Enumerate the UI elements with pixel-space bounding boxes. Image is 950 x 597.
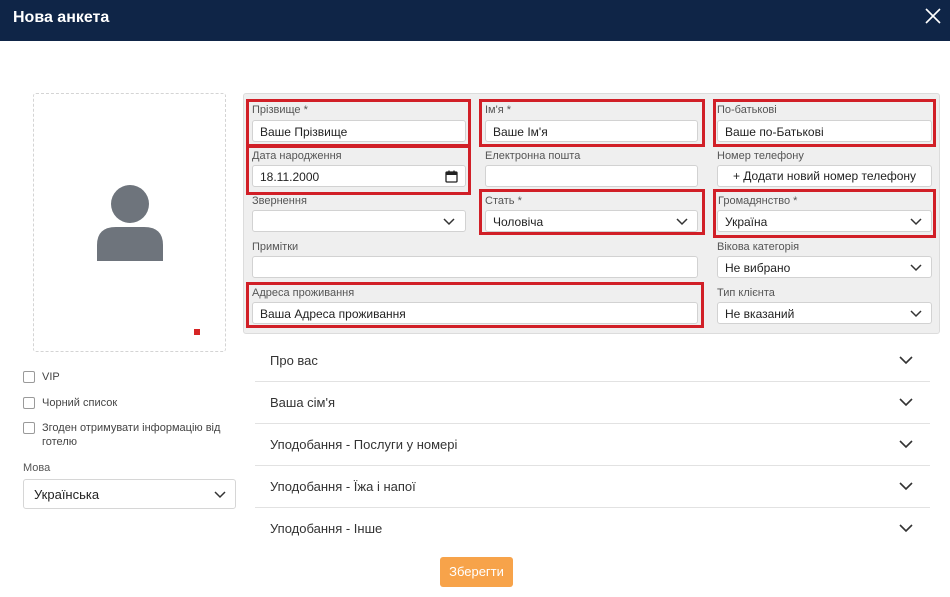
section-title: Уподобання - Послуги у номері [270, 437, 458, 452]
section-other[interactable]: Уподобання - Інше [255, 508, 930, 550]
chevron-down-icon [910, 310, 922, 318]
chevron-down-icon [443, 218, 455, 226]
language-value: Українська [34, 487, 100, 502]
chevron-down-icon [899, 398, 913, 407]
dialog-header: Нова анкета [0, 0, 950, 41]
notes-label: Примітки [252, 241, 299, 253]
section-title: Ваша сім'я [270, 395, 336, 410]
save-button[interactable]: Зберегти [440, 557, 513, 587]
status-dot [194, 329, 200, 335]
chevron-down-icon [899, 356, 913, 365]
chevron-down-icon [899, 482, 913, 491]
dialog-title: Нова анкета [13, 9, 110, 26]
citizenship-highlight [713, 189, 936, 238]
chevron-down-icon [910, 264, 922, 272]
language-label: Мова [23, 462, 51, 474]
notes-input[interactable] [252, 256, 698, 278]
checkbox-label: Чорний список [42, 397, 118, 409]
checkbox-box[interactable] [23, 371, 35, 383]
checkbox-box[interactable] [23, 422, 35, 434]
age-category-select[interactable]: Не вибрано [717, 256, 932, 278]
salutation-label: Звернення [252, 195, 307, 207]
gender-highlight [479, 189, 705, 235]
salutation-select[interactable] [252, 210, 466, 232]
phone-label: Номер телефону [717, 150, 804, 162]
language-select[interactable]: Українська [23, 479, 236, 509]
add-phone-button[interactable]: + Додати новий номер телефону [717, 165, 932, 187]
age-category-label: Вікова категорія [717, 241, 800, 253]
section-food-drinks[interactable]: Уподобання - Їжа і напої [255, 466, 930, 508]
user-avatar-icon [97, 185, 163, 261]
patronymic-highlight [713, 99, 936, 147]
checkbox-box[interactable] [23, 397, 35, 409]
close-icon[interactable] [924, 7, 942, 25]
address-highlight [246, 282, 704, 328]
chevron-down-icon [899, 524, 913, 533]
email-label: Електронна пошта [485, 150, 581, 162]
first-name-highlight [479, 99, 705, 147]
email-input[interactable] [485, 165, 698, 187]
section-title: Про вас [270, 353, 318, 368]
section-family[interactable]: Ваша сім'я [255, 382, 930, 424]
section-title: Уподобання - Їжа і напої [270, 479, 416, 494]
client-type-select[interactable]: Не вказаний [717, 302, 932, 324]
chevron-down-icon [899, 440, 913, 449]
birth-date-highlight [246, 145, 471, 195]
section-title: Уподобання - Інше [270, 521, 383, 536]
client-type-label: Тип клієнта [717, 287, 775, 299]
checkbox-label: Згоден отримувати інформацію від готелю [42, 422, 221, 448]
photo-upload-area[interactable] [33, 93, 226, 352]
chevron-down-icon [214, 491, 226, 499]
surname-highlight [246, 99, 471, 147]
section-room-services[interactable]: Уподобання - Послуги у номері [255, 424, 930, 466]
checkbox-label: VIP [42, 371, 60, 383]
section-about-you[interactable]: Про вас [255, 340, 930, 382]
